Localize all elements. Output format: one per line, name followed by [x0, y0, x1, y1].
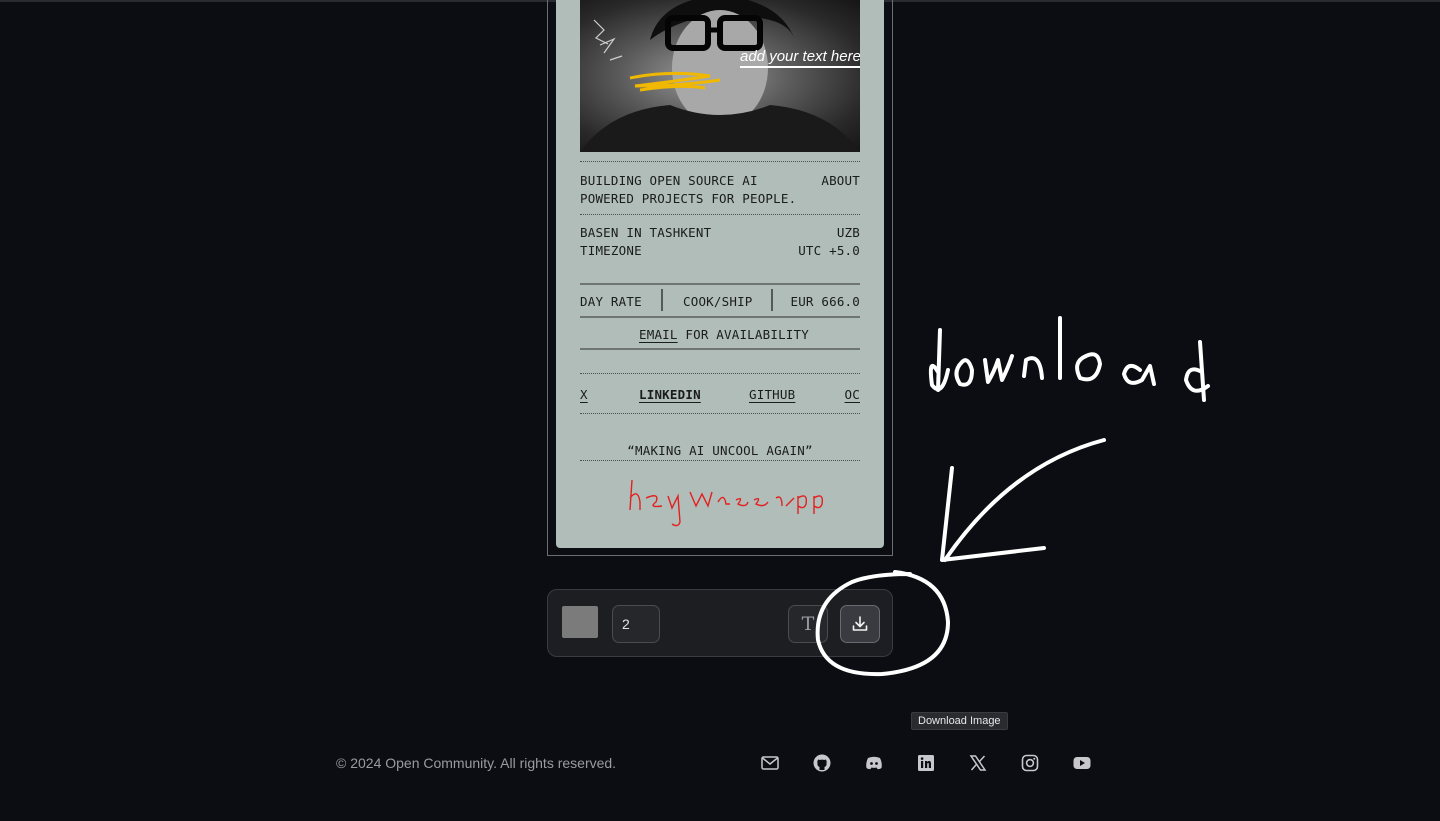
divider: [580, 413, 860, 414]
rate-task: COOK/SHIP: [683, 294, 753, 309]
divider: [580, 348, 860, 350]
timezone-value: UTC +5.0: [798, 243, 860, 258]
profile-card[interactable]: add your text here BUILDING OPEN SOURCE …: [556, 0, 884, 548]
instagram-icon[interactable]: [1020, 753, 1040, 773]
availability-suffix: FOR AVAILABILITY: [677, 327, 809, 342]
download-icon: [852, 616, 868, 631]
about-text-2: POWERED PROJECTS FOR PEOPLE.: [580, 191, 797, 206]
about-text-1: BUILDING OPEN SOURCE AI: [580, 173, 758, 188]
link-linkedin[interactable]: LINKEDIN: [639, 387, 701, 402]
link-github[interactable]: GITHUB: [749, 387, 795, 402]
email-link[interactable]: EMAIL: [639, 327, 678, 342]
annotation-arrow: [940, 438, 1106, 562]
location-text: BASEN IN TASHKENT: [580, 225, 712, 240]
x-icon[interactable]: [968, 753, 988, 773]
github-icon[interactable]: [812, 753, 832, 773]
divider: [580, 460, 860, 461]
availability-text: EMAIL FOR AVAILABILITY: [639, 327, 809, 342]
timezone-label: TIMEZONE: [580, 243, 642, 258]
rate-separator: [771, 289, 773, 311]
divider: [580, 161, 860, 162]
rate-label: DAY RATE: [580, 294, 642, 309]
discord-icon[interactable]: [864, 753, 884, 773]
text-tool-icon: T: [801, 613, 815, 635]
country-code: UZB: [836, 225, 860, 240]
photo-caption[interactable]: add your text here: [740, 48, 860, 68]
stroke-size-value: 2: [622, 616, 630, 632]
linkedin-icon[interactable]: [916, 753, 936, 773]
rate-value: EUR 666.0: [790, 294, 860, 309]
copyright-text: © 2024 Open Community. All rights reserv…: [336, 755, 617, 771]
link-x[interactable]: X: [580, 387, 588, 402]
divider: [580, 373, 860, 374]
download-tooltip: Download Image: [911, 712, 1008, 730]
divider: [580, 316, 860, 318]
color-swatch[interactable]: [562, 606, 598, 638]
rate-separator: [661, 289, 663, 311]
youtube-icon[interactable]: [1072, 753, 1092, 773]
profile-photo: add your text here: [580, 0, 860, 152]
quote: “MAKING AI UNCOOL AGAIN”: [627, 443, 813, 458]
text-tool-button[interactable]: T: [788, 605, 828, 643]
drawing-toolbar: 2 T: [547, 589, 893, 657]
mail-icon[interactable]: [760, 753, 780, 773]
about-label: ABOUT: [821, 173, 860, 188]
signature: [626, 466, 866, 536]
annotation-download-word: [928, 316, 1210, 402]
stroke-size-input[interactable]: 2: [612, 605, 660, 643]
divider: [580, 214, 860, 215]
divider: [580, 283, 860, 285]
download-button[interactable]: [840, 605, 880, 643]
link-oc[interactable]: OC: [845, 387, 860, 402]
